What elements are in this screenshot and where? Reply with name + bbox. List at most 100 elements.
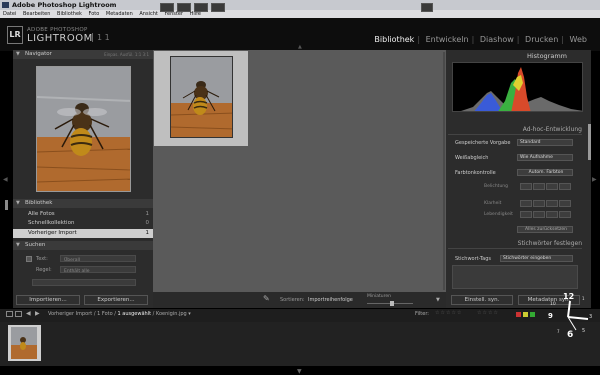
grid-view-icon[interactable]: [160, 3, 174, 12]
keyword-tags-dropdown[interactable]: Stichwörter eingeben: [500, 255, 573, 262]
compare-view-icon[interactable]: [194, 3, 208, 12]
app-icon: [2, 2, 9, 8]
menu-metadaten[interactable]: Metadaten: [106, 11, 133, 17]
library-item-schnellkollektion[interactable]: Schnellkollektion 0: [13, 219, 153, 228]
left-scrollbar[interactable]: [5, 200, 8, 210]
sort-dropdown[interactable]: Importreihenfolge: [308, 297, 353, 303]
module-diashow[interactable]: Diashow: [477, 35, 517, 44]
grid-scrollbar[interactable]: [443, 52, 445, 290]
clarity-plus2-button[interactable]: [559, 200, 571, 207]
grid-thumbnail-image[interactable]: [170, 56, 233, 138]
menu-bearbeiten[interactable]: Bearbeiten: [23, 11, 50, 17]
navigator-zoom-options[interactable]: Einpas. Ausfül. 1:1 3:1: [104, 50, 149, 59]
survey-view-icon[interactable]: [211, 3, 225, 12]
module-drucken[interactable]: Drucken: [522, 35, 561, 44]
module-bibliothek[interactable]: Bibliothek: [371, 35, 417, 44]
vibrance-minus-button[interactable]: [533, 211, 545, 218]
library-header[interactable]: ▼ Bibliothek: [13, 199, 153, 208]
clock-number: 1: [582, 296, 585, 301]
toolbar-options-icon[interactable]: [421, 3, 433, 12]
rating-filter-icon[interactable]: ☆☆☆☆☆: [435, 310, 462, 316]
divider: [448, 248, 582, 249]
reset-all-button[interactable]: Alles zurücksetzen: [517, 226, 573, 233]
navigator-header[interactable]: ▼ Navigator Einpas. Ausfül. 1:1 3:1: [13, 50, 153, 59]
tone-control-label: Farbtonkontrolle: [455, 170, 496, 176]
module-web[interactable]: Web: [567, 35, 590, 44]
menu-bar: Datei Bearbeiten Bibliothek Foto Metadat…: [0, 10, 600, 18]
auto-tone-button[interactable]: Autom. Farbton: [517, 169, 573, 176]
clock-number: 7: [557, 329, 560, 334]
library-item-alle-fotos[interactable]: Alle Fotos 1: [13, 210, 153, 219]
flag-filter-icon[interactable]: ☆☆☆☆: [477, 310, 499, 316]
library-item-label: Schnellkollektion: [28, 220, 75, 226]
breadcrumb-selected: 1 ausgewählt: [117, 311, 152, 317]
keywording-title[interactable]: Stichwörter festlegen: [518, 240, 582, 247]
right-scrollbar[interactable]: [588, 124, 591, 160]
search-text-dropdown[interactable]: Überall: [60, 255, 136, 263]
filmstrip-thumbnail-image[interactable]: [11, 327, 37, 359]
clarity-label: Klarheit: [484, 201, 502, 206]
library-item-vorheriger-import[interactable]: Vorheriger Import 1: [13, 229, 153, 238]
right-panel-toggle-icon[interactable]: ▶: [592, 176, 597, 183]
sync-settings-button[interactable]: Einstell. syn.: [451, 295, 513, 305]
secondary-window-icon[interactable]: [6, 311, 13, 317]
menu-ansicht[interactable]: Ansicht: [139, 11, 157, 17]
histogram: [452, 62, 583, 112]
module-picker: Bibliothek | Entwickeln | Diashow | Drucken…: [371, 35, 590, 44]
toolbar-menu-icon[interactable]: ▼: [436, 297, 440, 303]
search-rule-label: Regel:: [36, 267, 52, 273]
green-label-filter-icon[interactable]: [530, 312, 535, 317]
forward-arrow-icon[interactable]: ▶: [35, 310, 40, 317]
library-item-label: Alle Fotos: [28, 211, 55, 217]
module-entwickeln[interactable]: Entwickeln: [423, 35, 472, 44]
brand-version: 1 1: [92, 33, 110, 42]
import-button[interactable]: Importieren...: [16, 295, 80, 305]
search-text-checkbox[interactable]: [26, 256, 32, 262]
search-text-value: Überall: [64, 258, 81, 263]
vibrance-minus2-button[interactable]: [520, 211, 532, 218]
painter-icon[interactable]: ✎: [263, 294, 270, 303]
library-item-label: Vorheriger Import: [28, 230, 77, 236]
keywords-input[interactable]: [452, 265, 578, 289]
back-arrow-icon[interactable]: ◀: [26, 310, 31, 317]
exposure-plus2-button[interactable]: [559, 183, 571, 190]
left-panel-toggle-icon[interactable]: ◀: [3, 176, 8, 183]
search-header[interactable]: ▼ Suchen: [13, 241, 153, 250]
menu-bibliothek[interactable]: Bibliothek: [57, 11, 82, 17]
collapse-triangle-icon: ▼: [16, 242, 20, 248]
brand-line2: LIGHTROOM: [27, 33, 93, 44]
vibrance-plus2-button[interactable]: [559, 211, 571, 218]
library-item-count: 0: [145, 220, 150, 226]
exposure-plus-button[interactable]: [546, 183, 558, 190]
breadcrumb-path: Vorheriger Import / 1 Foto /: [48, 311, 118, 317]
clock-number: 5: [582, 328, 586, 334]
collapse-filmstrip-icon[interactable]: ▼: [297, 368, 302, 375]
search-input[interactable]: [32, 279, 136, 286]
second-display-icon[interactable]: [15, 311, 22, 317]
navigator-preview[interactable]: [36, 66, 131, 192]
breadcrumb-file: / Koenigin.jpg ▾: [151, 311, 191, 317]
exposure-minus-button[interactable]: [533, 183, 545, 190]
export-button[interactable]: Exportieren...: [84, 295, 148, 305]
clarity-plus-button[interactable]: [546, 200, 558, 207]
search-title: Suchen: [25, 242, 46, 248]
library-item-count: 1: [145, 230, 150, 236]
yellow-label-filter-icon[interactable]: [523, 312, 528, 317]
red-label-filter-icon[interactable]: [516, 312, 521, 317]
quick-develop-title[interactable]: Ad-hoc-Entwicklung: [523, 126, 582, 133]
search-rule-dropdown[interactable]: Enthält alle: [60, 266, 136, 274]
thumbnail-size-handle[interactable]: [390, 301, 394, 306]
sort-label: Sortieren:: [280, 297, 305, 303]
clarity-minus-button[interactable]: [533, 200, 545, 207]
collapse-triangle-icon: ▼: [16, 200, 20, 206]
clarity-minus2-button[interactable]: [520, 200, 532, 207]
white-balance-dropdown[interactable]: Wie Aufnahme: [517, 154, 573, 161]
menu-datei[interactable]: Datei: [3, 11, 16, 17]
filmstrip-breadcrumb[interactable]: Vorheriger Import / 1 Foto / 1 ausgewähl…: [48, 311, 191, 317]
menu-foto[interactable]: Foto: [89, 11, 100, 17]
exposure-minus2-button[interactable]: [520, 183, 532, 190]
saved-preset-dropdown[interactable]: Standard: [517, 139, 573, 146]
vibrance-plus-button[interactable]: [546, 211, 558, 218]
loupe-view-icon[interactable]: [177, 3, 191, 12]
divider: [448, 134, 582, 135]
